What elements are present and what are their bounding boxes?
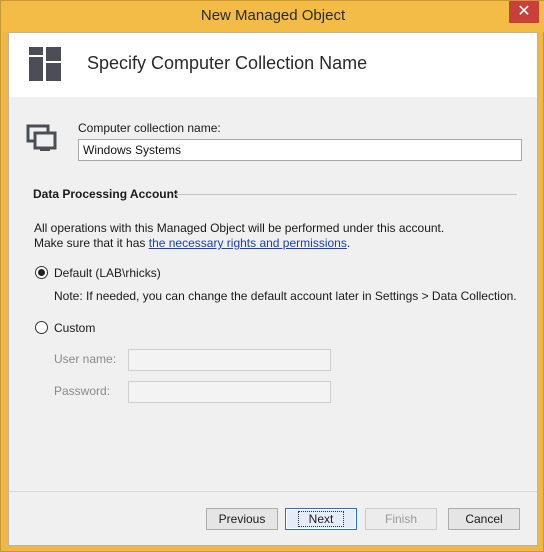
footer-divider bbox=[9, 491, 537, 492]
account-info-text-2: Make sure that it has the necessary righ… bbox=[34, 236, 350, 250]
finish-button: Finish bbox=[365, 508, 437, 530]
dialog-window: New Managed Object ✕ Specify Computer Co… bbox=[0, 0, 544, 552]
wizard-header: Specify Computer Collection Name bbox=[9, 33, 537, 97]
window-title: New Managed Object bbox=[200, 7, 346, 24]
custom-account-radio[interactable] bbox=[35, 321, 48, 334]
layout-panels-icon bbox=[29, 47, 61, 81]
username-input bbox=[128, 349, 331, 371]
default-account-note: Note: If needed, you can change the defa… bbox=[54, 289, 517, 303]
close-button[interactable]: ✕ bbox=[509, 1, 539, 23]
close-icon: ✕ bbox=[517, 3, 531, 20]
default-account-label[interactable]: Default (LAB\rhicks) bbox=[54, 266, 161, 280]
info-prefix: Make sure that it has bbox=[34, 236, 149, 250]
computer-collection-icon bbox=[26, 124, 57, 151]
collection-name-label: Computer collection name: bbox=[78, 121, 221, 135]
section-divider bbox=[175, 194, 517, 195]
dialog-body: Specify Computer Collection Name Compute… bbox=[8, 32, 538, 546]
username-label: User name: bbox=[54, 352, 117, 366]
cancel-button[interactable]: Cancel bbox=[448, 508, 520, 530]
info-suffix: . bbox=[346, 236, 351, 250]
account-info-text: All operations with this Managed Object … bbox=[34, 221, 445, 235]
section-title-data-processing: Data Processing Account bbox=[33, 187, 178, 201]
password-label: Password: bbox=[54, 384, 111, 398]
next-button[interactable]: Next bbox=[285, 508, 357, 530]
custom-account-label[interactable]: Custom bbox=[54, 321, 95, 335]
password-input bbox=[128, 381, 331, 403]
previous-button[interactable]: Previous bbox=[206, 508, 278, 530]
default-account-radio[interactable] bbox=[35, 266, 48, 279]
title-bar[interactable]: New Managed Object ✕ bbox=[1, 1, 544, 32]
collection-name-input[interactable] bbox=[78, 139, 522, 161]
rights-permissions-link[interactable]: the necessary rights and permissions bbox=[149, 236, 347, 250]
page-title: Specify Computer Collection Name bbox=[87, 53, 368, 73]
next-button-label: Next bbox=[297, 511, 345, 527]
